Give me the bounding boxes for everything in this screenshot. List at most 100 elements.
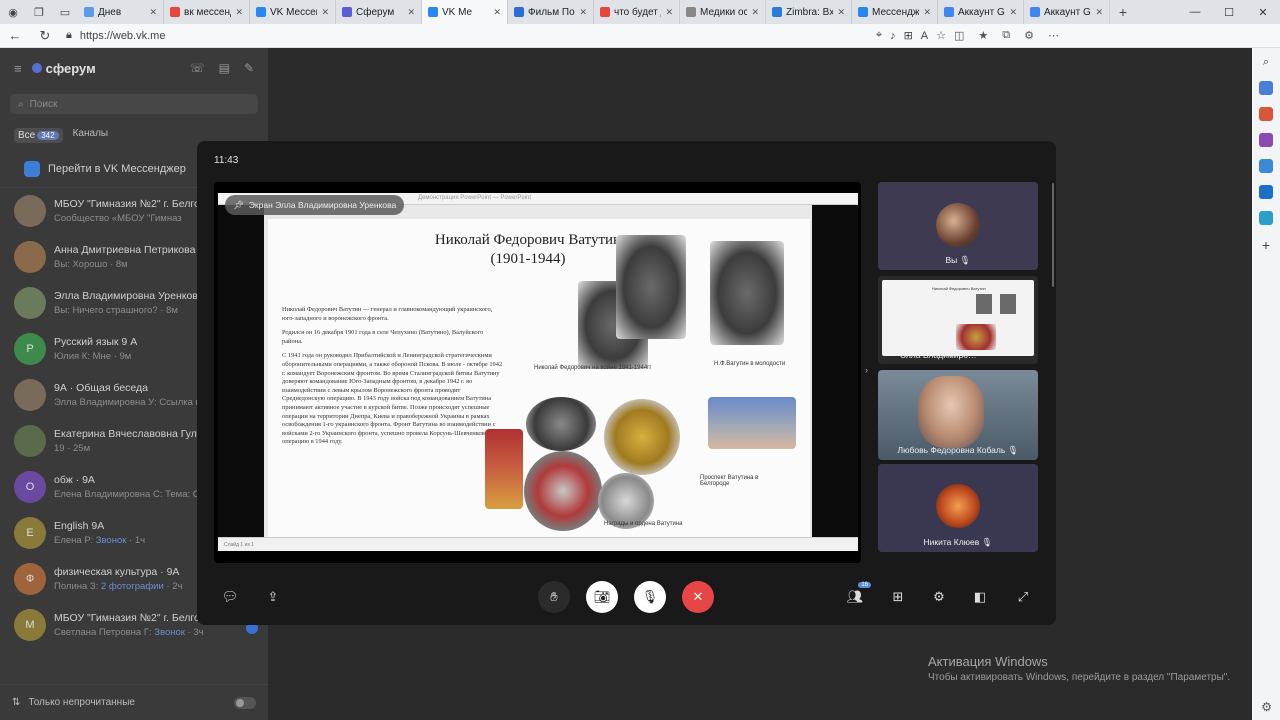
close-tab-icon[interactable]: ✕: [1009, 7, 1017, 18]
settings-gear-icon[interactable]: ⚙: [1261, 700, 1272, 714]
browser-tab[interactable]: VK Мессендж ✕: [250, 0, 336, 24]
close-tab-icon[interactable]: ✕: [1095, 7, 1103, 18]
maximize-icon[interactable]: ☐: [1212, 0, 1246, 24]
app-name: сферум: [45, 60, 96, 76]
search-input[interactable]: ⌕ Поиск: [10, 94, 258, 114]
camera-toggle-button[interactable]: 📷︎: [586, 581, 618, 613]
layout-icon[interactable]: ◧: [968, 585, 992, 609]
unread-only-label: Только непрочитанные: [28, 697, 135, 708]
browser-tab[interactable]: что будет д ✕: [594, 0, 680, 24]
order-medal-3: [524, 451, 602, 531]
close-tab-icon[interactable]: ✕: [837, 7, 845, 18]
grid-view-icon[interactable]: ⊞: [886, 585, 910, 609]
browser-tab[interactable]: Мессендже✕: [852, 0, 938, 24]
search-icon: ⌕: [18, 98, 24, 110]
games-icon[interactable]: [1259, 133, 1273, 147]
order-medal-4: [604, 399, 680, 475]
participants-button[interactable]: 👥︎ 16: [843, 582, 871, 609]
send-icon[interactable]: [1259, 211, 1273, 225]
app-logo[interactable]: сферум: [31, 60, 96, 76]
close-window-icon[interactable]: ✕: [1246, 0, 1280, 24]
archive-icon[interactable]: ▤: [219, 61, 230, 75]
tag-icon[interactable]: [1259, 81, 1273, 95]
close-tab-icon[interactable]: ✕: [579, 7, 587, 18]
end-call-button[interactable]: ✕: [682, 581, 714, 613]
mic-off-icon: 🎙︎: [1007, 445, 1019, 455]
add-sidebar-icon[interactable]: +: [1262, 237, 1270, 253]
close-tab-icon[interactable]: ✕: [235, 7, 243, 18]
tab-favicon-icon: [600, 7, 610, 17]
browser-tab[interactable]: Днев ✕: [78, 0, 164, 24]
tab-title: Медики осв: [700, 6, 747, 18]
filter-channels[interactable]: Каналы: [73, 128, 109, 143]
close-tab-icon[interactable]: ✕: [149, 7, 157, 18]
tab-favicon-icon: [772, 7, 782, 17]
more-menu-icon[interactable]: ⋯: [1048, 29, 1059, 42]
new-call-icon[interactable]: ☏: [190, 61, 205, 75]
slide: Николай Федорович Ватутин (1901-1944) Ни…: [268, 219, 810, 539]
browser-tab[interactable]: Zimbra: Вход✕: [766, 0, 852, 24]
search-sidebar-icon[interactable]: ⌕: [1263, 56, 1269, 69]
tiles-scrollbar[interactable]: [1052, 183, 1054, 287]
favorite-star-icon[interactable]: ☆: [936, 29, 946, 42]
apps-icon[interactable]: ⊞: [904, 29, 913, 42]
back-icon[interactable]: ←: [0, 28, 30, 43]
unread-only-row: ⇅ Только непрочитанные: [0, 684, 268, 720]
browser-tab[interactable]: Аккаунт Go ✕: [1024, 0, 1110, 24]
mic-toggle-button[interactable]: 🎙︎: [634, 581, 666, 613]
close-tab-icon[interactable]: ✕: [665, 7, 673, 18]
outlook-icon[interactable]: [1259, 185, 1273, 199]
tab-title: Днев: [98, 6, 122, 18]
browser-tab[interactable]: Фильм Пост ✕: [508, 0, 594, 24]
close-tab-icon[interactable]: ✕: [407, 7, 415, 18]
collections-icon[interactable]: ⧉: [1002, 29, 1010, 42]
chat-icon[interactable]: 💬︎: [218, 585, 242, 609]
split-screen-icon[interactable]: ◫: [954, 29, 964, 42]
close-tab-icon[interactable]: ✕: [321, 7, 329, 18]
tab-actions-icon[interactable]: ▭: [52, 0, 78, 24]
close-tab-icon[interactable]: ✕: [493, 7, 501, 18]
browser-tab[interactable]: вк мессендж ✕: [164, 0, 250, 24]
avatar: [936, 484, 980, 528]
toolbox-icon[interactable]: [1259, 107, 1273, 121]
screen-share-view[interactable]: Демонстрация PowerPoint — PowerPoint Ник…: [214, 182, 861, 563]
close-tab-icon[interactable]: ✕: [751, 7, 759, 18]
raise-hand-button[interactable]: ✋︎: [538, 581, 570, 613]
participant-name: Любовь Федоровна Кобаль 🎙︎: [897, 445, 1019, 455]
settings-icon[interactable]: ⚙: [927, 585, 951, 609]
tab-favicon-icon: [342, 7, 352, 17]
close-tab-icon[interactable]: ✕: [923, 7, 931, 18]
participant-tile-screen[interactable]: Николай Федорович Ватутин Элла Владимиро…: [878, 276, 1038, 364]
location-icon[interactable]: ⌖: [876, 29, 882, 42]
browser-tab[interactable]: Сферум ✕: [336, 0, 422, 24]
avatar: О: [14, 471, 46, 503]
participant-tile-self[interactable]: Вы 🎙︎: [878, 182, 1038, 270]
browser-tab[interactable]: VK Ме ✕: [422, 0, 508, 24]
read-aloud-icon[interactable]: A: [921, 30, 928, 42]
profile-icon[interactable]: ◉: [0, 0, 26, 24]
mic-icon[interactable]: ♪: [890, 30, 896, 42]
filter-all[interactable]: Все 342: [14, 128, 63, 143]
unread-only-toggle[interactable]: [234, 696, 256, 709]
participant-tile-lyubov[interactable]: Любовь Федоровна Кобаль 🎙︎: [878, 370, 1038, 460]
minimize-icon[interactable]: —: [1178, 0, 1212, 24]
avatar: [14, 195, 46, 227]
favorites-icon[interactable]: ★: [978, 29, 988, 42]
extensions-icon[interactable]: ⚙: [1024, 29, 1034, 42]
tab-favicon-icon: [1030, 7, 1040, 17]
share-screen-icon[interactable]: ⇪: [261, 585, 285, 609]
compose-icon[interactable]: ✎: [244, 61, 254, 75]
copilot-icon[interactable]: [1259, 159, 1273, 173]
participant-tile-nikita[interactable]: Никита Клюев 🎙︎: [878, 464, 1038, 552]
chevron-right-icon[interactable]: ›: [865, 365, 868, 375]
refresh-icon[interactable]: ↻: [30, 28, 60, 44]
fullscreen-icon[interactable]: ⤢: [1011, 585, 1035, 609]
browser-tab[interactable]: Медики осв ✕: [680, 0, 766, 24]
address-bar[interactable]: 🔒︎ https://web.vk.me ⌖ ♪ ⊞ A ☆: [66, 29, 946, 42]
hamburger-menu-icon[interactable]: ≡: [14, 61, 22, 76]
shared-presentation: Демонстрация PowerPoint — PowerPoint Ник…: [218, 193, 858, 551]
browser-tab[interactable]: Аккаунт Go ✕: [938, 0, 1024, 24]
pin-icon[interactable]: 📌︎: [233, 200, 244, 211]
new-tab-button[interactable]: +: [1110, 4, 1136, 20]
workspaces-icon[interactable]: ❐: [26, 0, 52, 24]
